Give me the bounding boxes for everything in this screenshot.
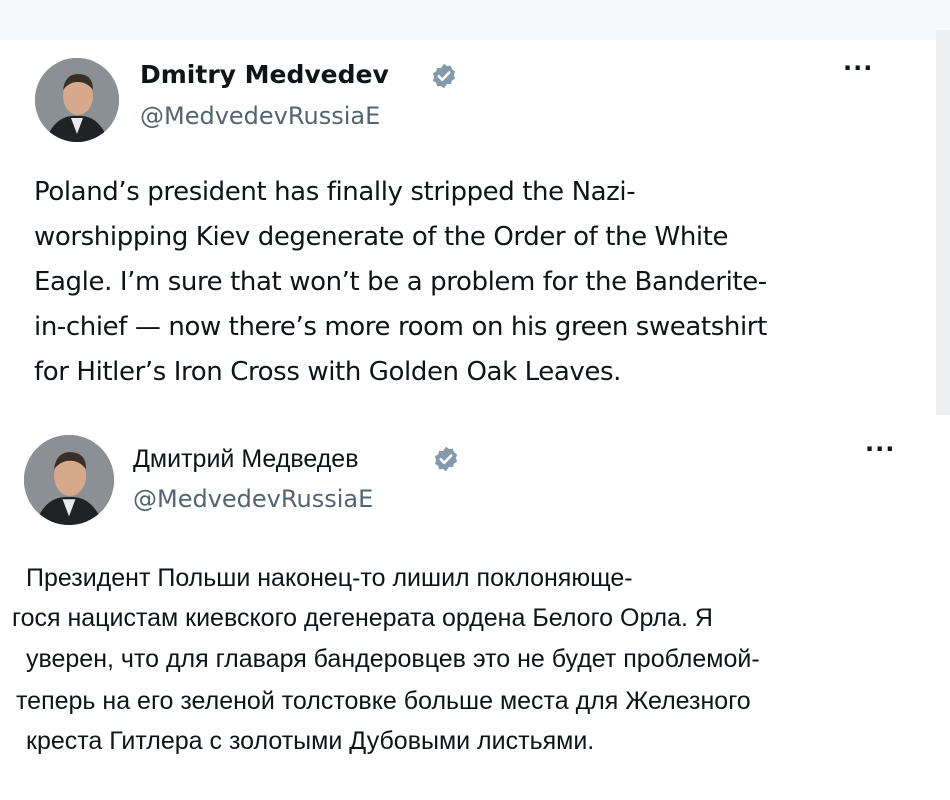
author-handle[interactable]: @MedvedevRussiaE bbox=[133, 485, 373, 513]
right-edge bbox=[936, 30, 950, 415]
author-name[interactable]: Дмитрий Медведев bbox=[133, 445, 359, 474]
author-avatar[interactable] bbox=[24, 435, 114, 525]
tweet-text-line: Президент Польши наконец-то лишил поклон… bbox=[26, 564, 633, 592]
avatar-image bbox=[24, 435, 114, 525]
author-name[interactable]: Dmitry Medvedev bbox=[140, 60, 389, 89]
more-options-button[interactable]: ··· bbox=[843, 54, 873, 82]
tweet-text-line: гося нацистам киевского дегенерата орден… bbox=[12, 604, 713, 632]
author-handle[interactable]: @MedvedevRussiaE bbox=[140, 102, 380, 130]
tweet-english[interactable]: Dmitry Medvedev @MedvedevRussiaE ··· Pol… bbox=[0, 40, 936, 410]
tweet-text-line: теперь на его зеленой толстовке больше м… bbox=[16, 687, 751, 715]
tweet-text-line: уверен, что для главаря бандеровцев это … bbox=[26, 645, 760, 673]
more-options-button[interactable]: ··· bbox=[865, 435, 895, 463]
author-avatar[interactable] bbox=[35, 58, 119, 142]
verified-badge-icon bbox=[432, 445, 460, 473]
avatar-image bbox=[35, 58, 119, 142]
tweet-text-line: креста Гитлера с золотыми Дубовыми листь… bbox=[26, 727, 595, 755]
tweet-text: Poland’s president has finally stripped … bbox=[34, 177, 767, 387]
top-strip bbox=[0, 0, 950, 40]
verified-badge-icon bbox=[430, 62, 458, 90]
tweet-russian[interactable]: Дмитрий Медведев @MedvedevRussiaE ··· Пр… bbox=[0, 415, 950, 800]
